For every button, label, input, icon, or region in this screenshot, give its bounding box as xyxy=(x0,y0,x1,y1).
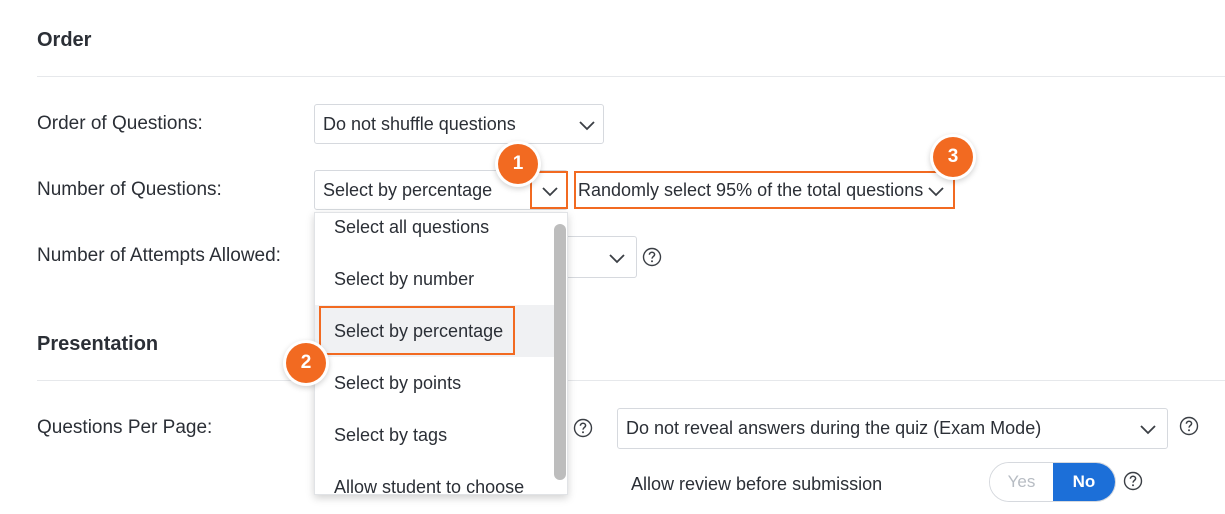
order-of-questions-label: Order of Questions: xyxy=(37,113,203,134)
number-of-questions-value: Select by percentage xyxy=(323,179,493,200)
help-icon[interactable] xyxy=(1123,471,1143,491)
reveal-answers-select[interactable]: Do not reveal answers during the quiz (E… xyxy=(617,408,1168,449)
number-of-questions-dropdown-toggle[interactable] xyxy=(530,171,568,209)
menu-scrollbar[interactable] xyxy=(554,224,566,480)
allow-review-label: Allow review before submission xyxy=(631,474,883,494)
toggle-yes[interactable]: Yes xyxy=(990,463,1053,501)
order-heading: Order xyxy=(37,29,92,51)
menu-item-select-by-points[interactable]: Select by points xyxy=(315,357,555,409)
number-of-questions-label: Number of Questions: xyxy=(37,179,222,200)
menu-item-select-by-tags[interactable]: Select by tags xyxy=(315,409,555,461)
selected-option-highlight xyxy=(319,306,515,355)
callout-badge-2: 2 xyxy=(286,343,326,383)
callout-badge-3: 3 xyxy=(933,137,973,177)
random-selection-value: Randomly select 95% of the total questio… xyxy=(578,179,924,200)
order-of-questions-select[interactable]: Do not shuffle questions xyxy=(314,104,604,144)
presentation-heading: Presentation xyxy=(37,333,159,355)
chevron-down-icon xyxy=(577,115,597,135)
callout-badge-1: 1 xyxy=(498,144,538,184)
reveal-answers-value: Do not reveal answers during the quiz (E… xyxy=(626,418,1042,438)
toggle-no[interactable]: No xyxy=(1053,463,1115,501)
questions-per-page-label: Questions Per Page: xyxy=(37,417,213,438)
chevron-down-icon xyxy=(607,248,627,268)
chevron-down-icon xyxy=(1138,419,1158,439)
order-divider xyxy=(37,76,1225,77)
presentation-divider xyxy=(37,380,1225,381)
menu-item-select-all[interactable]: Select all questions xyxy=(315,213,555,253)
menu-item-allow-student-choose[interactable]: Allow student to choose xyxy=(315,461,555,495)
help-icon[interactable] xyxy=(1179,416,1199,436)
random-selection-select[interactable]: Randomly select 95% of the total questio… xyxy=(574,171,955,209)
chevron-down-icon xyxy=(540,181,560,201)
menu-item-select-by-number[interactable]: Select by number xyxy=(315,253,555,305)
attempts-label: Number of Attempts Allowed: xyxy=(37,245,281,266)
help-icon[interactable] xyxy=(642,247,662,267)
chevron-down-icon xyxy=(926,181,946,201)
order-of-questions-value: Do not shuffle questions xyxy=(323,113,516,134)
attempts-select[interactable] xyxy=(560,236,637,278)
allow-review-toggle[interactable]: Yes No xyxy=(989,462,1116,502)
help-icon[interactable] xyxy=(573,418,593,438)
